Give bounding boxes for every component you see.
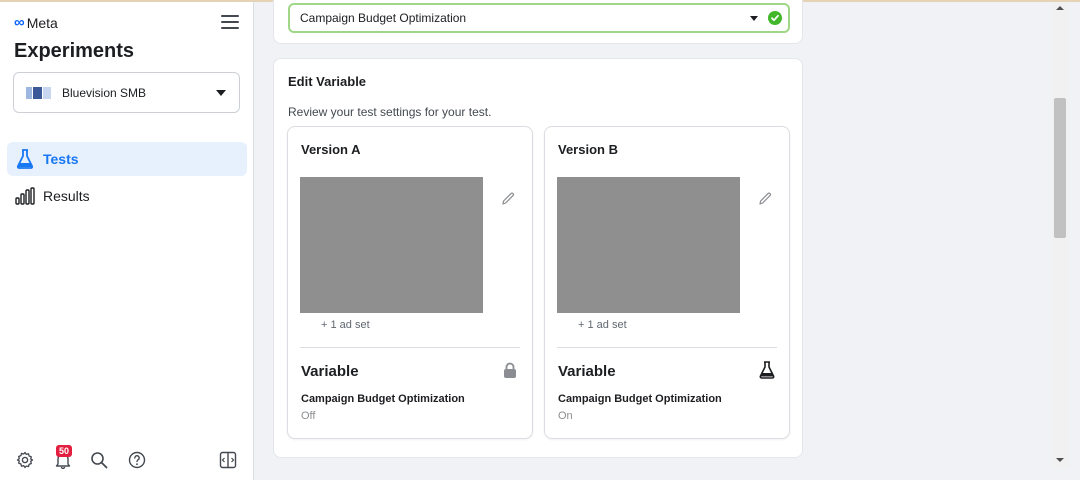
sidebar: ∞ Meta Experiments Bluevision SMB Tests …	[0, 2, 254, 480]
scroll-up-arrow-icon[interactable]	[1056, 6, 1064, 10]
version-b-card: Version B + 1 ad set Variable Campaign B…	[544, 126, 790, 439]
flask-icon	[15, 149, 35, 169]
panel-toggle-icon[interactable]	[217, 449, 239, 471]
divider	[557, 347, 777, 348]
adset-count: + 1 ad set	[578, 319, 627, 331]
variable-select-value: Campaign Budget Optimization	[300, 11, 467, 25]
vertical-scrollbar[interactable]	[1052, 2, 1069, 468]
sidebar-item-results[interactable]: Results	[7, 179, 247, 213]
bottom-bar	[254, 468, 1080, 480]
variable-heading: Variable	[558, 363, 616, 380]
section-subtitle: Review your test settings for your test.	[288, 105, 492, 119]
caret-down-icon	[216, 90, 226, 96]
help-icon[interactable]	[126, 449, 148, 471]
account-name: Bluevision SMB	[62, 85, 147, 100]
variable-setting-state: Off	[301, 410, 316, 422]
scroll-down-arrow-icon[interactable]	[1056, 458, 1064, 462]
flask-icon	[758, 361, 776, 379]
version-title: Version A	[301, 142, 361, 157]
version-a-card: Version A + 1 ad set Variable Campaign B…	[287, 126, 533, 439]
account-logo	[26, 86, 52, 100]
page-title: Experiments	[14, 40, 135, 62]
edit-variable-card: Edit Variable Review your test settings …	[273, 58, 803, 458]
menu-icon[interactable]	[221, 15, 239, 31]
gear-icon[interactable]	[14, 449, 36, 471]
check-circle-icon	[768, 11, 782, 25]
account-selector[interactable]: Bluevision SMB	[13, 72, 240, 113]
brand-name: Meta	[26, 14, 58, 31]
sidebar-item-label: Tests	[43, 151, 79, 167]
pencil-icon[interactable]	[500, 191, 516, 207]
variable-heading: Variable	[301, 363, 359, 380]
meta-logo[interactable]: ∞ Meta	[14, 14, 58, 31]
variable-setting-name: Campaign Budget Optimization	[301, 393, 465, 405]
scroll-thumb[interactable]	[1054, 98, 1066, 238]
search-icon[interactable]	[88, 449, 110, 471]
sidebar-footer: 50	[0, 445, 254, 475]
lock-icon	[501, 361, 519, 379]
notification-badge: 50	[56, 445, 73, 457]
ad-preview-image	[557, 177, 740, 313]
section-title: Edit Variable	[288, 74, 367, 89]
sidebar-item-tests[interactable]: Tests	[7, 142, 247, 176]
variable-select-card: Campaign Budget Optimization	[273, 0, 803, 44]
sidebar-item-label: Results	[43, 188, 90, 204]
bar-chart-icon	[15, 186, 35, 206]
divider	[300, 347, 520, 348]
variable-setting-name: Campaign Budget Optimization	[558, 393, 722, 405]
variable-setting-state: On	[558, 410, 573, 422]
adset-count: + 1 ad set	[321, 319, 370, 331]
meta-infinity-icon: ∞	[14, 14, 25, 31]
ad-preview-image	[300, 177, 483, 313]
variable-select[interactable]: Campaign Budget Optimization	[288, 3, 790, 33]
pencil-icon[interactable]	[757, 191, 773, 207]
caret-down-icon	[750, 16, 758, 21]
version-title: Version B	[558, 142, 618, 157]
